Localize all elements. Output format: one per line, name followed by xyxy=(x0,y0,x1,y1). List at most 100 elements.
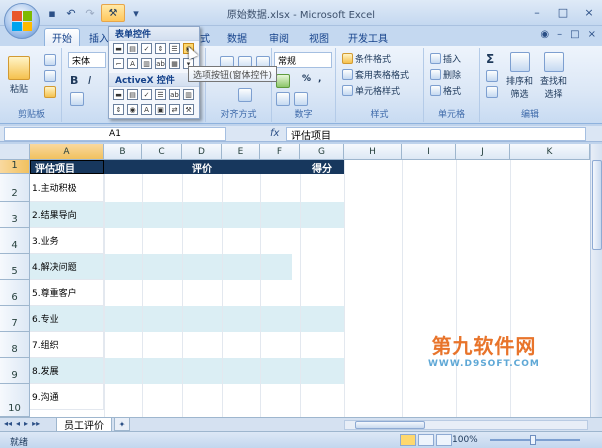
cell-a3[interactable]: 2.结果导向 xyxy=(30,202,104,228)
last-sheet-icon[interactable]: ▸▸ xyxy=(32,419,40,428)
column-header-k[interactable]: K xyxy=(510,144,590,160)
insert-cells-button[interactable]: 插入 xyxy=(430,52,461,65)
cell-styles-button[interactable]: 单元格样式 xyxy=(342,84,400,97)
column-header-d[interactable]: D xyxy=(182,144,222,160)
paste-button[interactable]: 粘贴 xyxy=(8,56,30,95)
activex-button-icon[interactable]: ▬ xyxy=(113,89,124,100)
cell-a6[interactable]: 5.尊重客户 xyxy=(30,280,104,306)
decrease-decimal-icon[interactable] xyxy=(294,92,308,106)
column-header-g[interactable]: G xyxy=(300,144,344,160)
ribbon-close-icon[interactable]: × xyxy=(588,29,596,40)
combo-box-control-icon[interactable]: ▤ xyxy=(127,43,138,54)
row-header-7[interactable]: 7 xyxy=(0,306,30,332)
page-layout-view-icon[interactable] xyxy=(418,434,434,446)
first-sheet-icon[interactable]: ◂◂ xyxy=(4,419,12,428)
column-header-c[interactable]: C xyxy=(142,144,182,160)
clear-icon[interactable] xyxy=(486,86,498,98)
combo-list-control-icon[interactable]: ▦ xyxy=(169,58,180,69)
text-field-control-icon[interactable]: ab xyxy=(155,58,166,69)
button-control-icon[interactable]: ▬ xyxy=(113,43,124,54)
activex-textbox-icon[interactable]: ab xyxy=(169,89,180,100)
number-format-combo[interactable]: 常规 xyxy=(274,52,332,68)
activex-checkbox-icon[interactable]: ✓ xyxy=(141,89,152,100)
cell-a2[interactable]: 1.主动积极 xyxy=(30,174,104,202)
italic-button[interactable]: I xyxy=(88,74,91,87)
row-header-3[interactable]: 3 xyxy=(0,202,30,228)
minimize-button[interactable]: – xyxy=(524,3,550,21)
column-header-b[interactable]: B xyxy=(104,144,142,160)
autosum-button[interactable]: Σ xyxy=(486,52,494,66)
row-header-8[interactable]: 8 xyxy=(0,332,30,358)
row-header-4[interactable]: 4 xyxy=(0,228,30,254)
cell-a8[interactable]: 7.组织 xyxy=(30,332,104,358)
insert-function-icon[interactable]: fx xyxy=(270,128,279,139)
column-header-i[interactable]: I xyxy=(402,144,456,160)
cell-a9[interactable]: 8.发展 xyxy=(30,358,104,384)
label-control-icon[interactable]: A xyxy=(127,58,138,69)
find-select-button[interactable]: 查找和 选择 xyxy=(540,52,567,100)
zoom-level[interactable]: 100% xyxy=(452,435,478,445)
font-name-combo[interactable]: 宋体 xyxy=(68,52,106,68)
vertical-scroll-thumb[interactable] xyxy=(592,160,602,250)
row-header-6[interactable]: 6 xyxy=(0,280,30,306)
zoom-slider-knob[interactable] xyxy=(530,435,536,445)
activex-spin-icon[interactable]: ⇕ xyxy=(113,104,124,115)
format-cells-button[interactable]: 格式 xyxy=(430,84,461,97)
new-sheet-icon[interactable]: ✦ xyxy=(114,418,130,431)
bold-button[interactable]: B xyxy=(70,74,78,87)
page-break-view-icon[interactable] xyxy=(436,434,452,446)
cell-a10[interactable]: 9.沟通 xyxy=(30,384,104,410)
orientation-icon[interactable] xyxy=(238,88,252,102)
normal-view-icon[interactable] xyxy=(400,434,416,446)
activex-option-icon[interactable]: ◉ xyxy=(127,104,138,115)
percent-button[interactable]: % xyxy=(302,74,311,84)
row-header-2[interactable]: 2 xyxy=(0,174,30,202)
group-box-control-icon[interactable]: ⌐ xyxy=(113,58,124,69)
sort-filter-button[interactable]: 排序和 筛选 xyxy=(506,52,533,100)
column-header-h[interactable]: H xyxy=(344,144,402,160)
conditional-format-button[interactable]: 条件格式 xyxy=(342,52,391,65)
sheet-tab-active[interactable]: 员工评价 xyxy=(56,418,112,432)
currency-icon[interactable] xyxy=(276,74,290,88)
activex-image-icon[interactable]: ▣ xyxy=(155,104,166,115)
copy-icon[interactable] xyxy=(44,70,56,82)
format-as-table-button[interactable]: 套用表格格式 xyxy=(342,68,409,81)
vertical-scrollbar[interactable] xyxy=(590,144,602,417)
format-painter-icon[interactable] xyxy=(44,86,56,98)
horizontal-scrollbar[interactable] xyxy=(344,420,588,430)
tab-data[interactable]: 数据 xyxy=(222,28,252,46)
cell-a7[interactable]: 6.专业 xyxy=(30,306,104,332)
activex-more-icon[interactable]: ⚒ xyxy=(183,104,194,115)
comma-button[interactable]: , xyxy=(318,74,321,84)
cell-a4[interactable]: 3.业务 xyxy=(30,228,104,254)
activex-scrollbar-icon[interactable]: ▥ xyxy=(183,89,194,100)
scroll-bar-control-icon[interactable]: ▥ xyxy=(141,58,152,69)
formula-input[interactable]: 评估项目 xyxy=(286,127,586,142)
activex-label-icon[interactable]: A xyxy=(141,104,152,115)
row-header-1[interactable]: 1 xyxy=(0,160,30,174)
column-header-a[interactable]: A xyxy=(30,144,104,160)
horizontal-scroll-thumb[interactable] xyxy=(355,421,425,429)
prev-sheet-icon[interactable]: ◂ xyxy=(16,419,20,428)
tab-formulas[interactable]: 式 xyxy=(198,28,212,46)
help-icon[interactable]: ◉ xyxy=(540,29,549,40)
tab-view[interactable]: 视图 xyxy=(304,28,334,46)
activex-combo-icon[interactable]: ▤ xyxy=(127,89,138,100)
checkbox-control-icon[interactable]: ✓ xyxy=(141,43,152,54)
cut-icon[interactable] xyxy=(44,54,56,66)
office-button[interactable] xyxy=(4,3,40,39)
activex-listbox-icon[interactable]: ☰ xyxy=(155,89,166,100)
increase-decimal-icon[interactable] xyxy=(276,92,290,106)
delete-cells-button[interactable]: 删除 xyxy=(430,68,461,81)
cell-a1[interactable]: 评估项目 xyxy=(30,160,104,175)
close-button[interactable]: × xyxy=(576,3,602,21)
cell-a5[interactable]: 4.解决问题 xyxy=(30,254,104,280)
ribbon-restore-icon[interactable]: □ xyxy=(570,29,579,40)
ribbon-minimize-icon[interactable]: – xyxy=(557,29,562,40)
tab-developer[interactable]: 开发工具 xyxy=(344,28,392,46)
border-icon[interactable] xyxy=(70,92,84,106)
cell-b1-f1-merged[interactable]: 评价 xyxy=(104,160,300,175)
row-header-9[interactable]: 9 xyxy=(0,358,30,384)
tab-review[interactable]: 审阅 xyxy=(264,28,294,46)
select-all-corner[interactable] xyxy=(0,144,30,160)
